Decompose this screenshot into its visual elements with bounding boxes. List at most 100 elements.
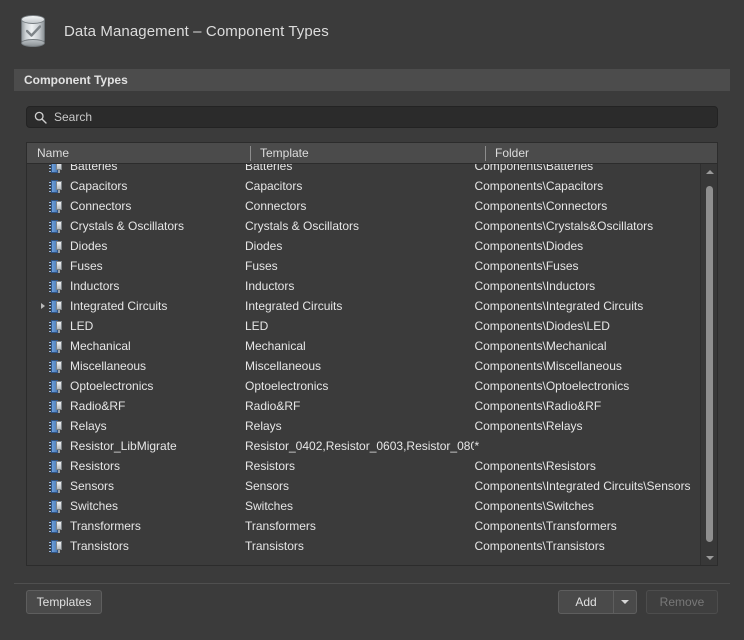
component-type-icon	[49, 339, 63, 353]
cell-name-label: Transformers	[70, 519, 141, 533]
table-row[interactable]: Transistors Transistors Components\Transis…	[27, 536, 701, 556]
cell-folder: Components\Diodes	[474, 236, 701, 256]
dialog-footer: Templates Add Remove	[0, 584, 744, 640]
table-row[interactable]: LED LED Components\Diodes\LED	[27, 316, 701, 336]
cell-template-label: Mechanical	[244, 339, 306, 353]
cell-name-label: Mechanical	[70, 339, 131, 353]
expand-arrow-icon[interactable]	[37, 296, 49, 316]
cell-name: Diodes	[27, 236, 245, 256]
expander-spacer	[37, 356, 49, 376]
column-header-folder[interactable]: Folder	[485, 143, 717, 163]
cell-name: Resistors	[27, 456, 245, 476]
cell-folder: Components\Switches	[474, 496, 701, 516]
component-type-icon	[49, 319, 63, 333]
cell-folder: Components\Miscellaneous	[474, 356, 701, 376]
cell-name-label: Sensors	[70, 479, 115, 493]
table-row[interactable]: Resistors Resistors Components\Resistors	[27, 456, 701, 476]
add-dropdown-button[interactable]	[613, 590, 637, 614]
table-row[interactable]: Sensors Sensors Components\Integrated Circ…	[27, 476, 701, 496]
remove-button[interactable]: Remove	[646, 590, 718, 614]
table-row[interactable]: Miscellaneous Miscellaneous Components\Mis…	[27, 356, 701, 376]
cell-name: Integrated Circuits	[27, 296, 245, 316]
cell-name: Switches	[27, 496, 245, 516]
vertical-scrollbar[interactable]	[700, 164, 717, 565]
cell-folder-label: Components\Crystals&Oscillators	[474, 219, 654, 233]
cell-template-label: Sensors	[244, 479, 290, 493]
component-type-icon	[49, 259, 63, 273]
cell-name-label: Integrated Circuits	[70, 299, 168, 313]
table-row[interactable]: Relays Relays Components\Relays	[27, 416, 701, 436]
cell-name: Transformers	[27, 516, 245, 536]
search-box[interactable]	[26, 106, 718, 128]
cell-name-label: Diodes	[70, 239, 108, 253]
table-row[interactable]: Radio&RF Radio&RF Components\Radio&RF	[27, 396, 701, 416]
cell-name-label: Relays	[70, 419, 107, 433]
check-glyph	[26, 25, 41, 37]
cell-template: Optoelectronics	[245, 376, 474, 396]
component-type-icon	[49, 164, 63, 173]
component-type-icon	[49, 519, 63, 533]
scrollbar-thumb[interactable]	[706, 186, 713, 542]
search-input[interactable]	[54, 110, 674, 124]
chevron-down-icon	[621, 600, 629, 604]
cell-template-label: Inductors	[244, 279, 295, 293]
cell-template: Integrated Circuits	[245, 296, 474, 316]
cell-folder-label: Components\Switches	[474, 499, 594, 513]
table-row[interactable]: Switches Switches Components\Switches	[27, 496, 701, 516]
cell-name: Fuses	[27, 256, 245, 276]
cell-name-label: Fuses	[70, 259, 103, 273]
column-header-name-label: Name	[37, 146, 70, 160]
window-titlebar: Data Management – Component Types	[0, 0, 744, 62]
table-row[interactable]: Integrated Circuits Integrated Circuits Co…	[27, 296, 701, 316]
expander-spacer	[37, 276, 49, 296]
cell-folder-label: Components\Mechanical	[474, 339, 607, 353]
cell-template-label: Capacitors	[244, 179, 303, 193]
cell-folder-label: Components\Miscellaneous	[474, 359, 622, 373]
table-row[interactable]: Optoelectronics Optoelectronics Components…	[27, 376, 701, 396]
cell-name-label: Optoelectronics	[70, 379, 154, 393]
expander-spacer	[37, 516, 49, 536]
cell-name-label: Radio&RF	[70, 399, 126, 413]
scroll-up-button[interactable]	[701, 164, 717, 179]
expander-spacer	[37, 436, 49, 456]
table-row[interactable]: Fuses Fuses Components\Fuses	[27, 256, 701, 276]
component-type-icon	[49, 359, 63, 373]
table-row[interactable]: Capacitors Capacitors Components\Capacitor…	[27, 176, 701, 196]
expander-spacer	[37, 336, 49, 356]
column-header-folder-label: Folder	[495, 146, 530, 160]
component-type-icon	[49, 419, 63, 433]
expander-spacer	[37, 256, 49, 276]
database-check-icon	[16, 14, 50, 48]
table-row[interactable]: Crystals & Oscillators Crystals & Oscilla…	[27, 216, 701, 236]
add-button[interactable]: Add	[558, 590, 614, 614]
table-row[interactable]: Diodes Diodes Components\Diodes	[27, 236, 701, 256]
cell-folder: Components\Capacitors	[474, 176, 701, 196]
column-header-template[interactable]: Template	[250, 143, 485, 163]
column-header-name[interactable]: Name	[27, 143, 250, 163]
cell-name: Batteries	[27, 164, 245, 176]
cell-folder: Components\Diodes\LED	[474, 316, 701, 336]
table-row[interactable]: Resistor_LibMigrate Resistor_0402,Resisto…	[27, 436, 701, 456]
component-type-icon	[49, 379, 63, 393]
cell-folder-label: Components\Batteries	[474, 164, 594, 173]
cell-folder-label: Components\Optoelectronics	[474, 379, 630, 393]
cell-name-label: LED	[70, 319, 94, 333]
cell-folder-label: *	[474, 439, 480, 453]
table-row[interactable]: Mechanical Mechanical Components\Mechanica…	[27, 336, 701, 356]
component-type-icon	[49, 199, 63, 213]
table-row[interactable]: Transformers Transformers Components\Trans…	[27, 516, 701, 536]
cell-folder-label: Components\Resistors	[474, 459, 596, 473]
templates-button[interactable]: Templates	[26, 590, 102, 614]
cell-template-label: Batteries	[244, 164, 293, 173]
cell-name: LED	[27, 316, 245, 336]
cell-name: Capacitors	[27, 176, 245, 196]
scroll-down-button[interactable]	[701, 550, 717, 565]
table-row[interactable]: Connectors Connectors Components\Connector…	[27, 196, 701, 216]
table-row[interactable]: Inductors Inductors Components\Inductors	[27, 276, 701, 296]
cell-template-label: Radio&RF	[244, 399, 301, 413]
cell-template-label: Transformers	[244, 519, 316, 533]
expander-spacer	[37, 496, 49, 516]
table-row[interactable]: Batteries Batteries Components\Batteries	[27, 164, 701, 176]
cell-template: Resistor_0402,Resistor_0603,Resistor_080…	[245, 436, 474, 456]
cell-template: Fuses	[245, 256, 474, 276]
